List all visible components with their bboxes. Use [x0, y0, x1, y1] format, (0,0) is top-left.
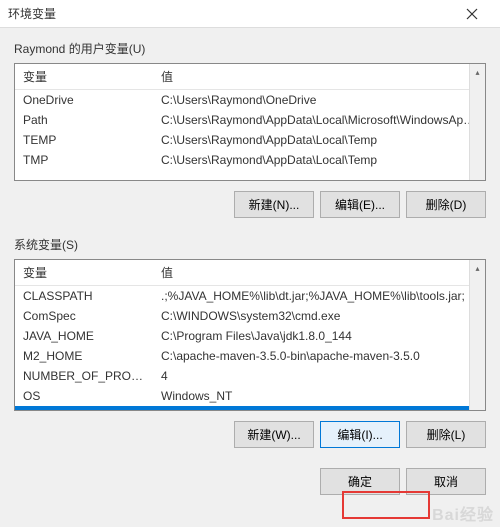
col-value[interactable]: 值: [153, 64, 485, 89]
row-variable: ComSpec: [15, 306, 153, 326]
table-row[interactable]: M2_HOMEC:\apache-maven-3.5.0-bin\apache-…: [15, 346, 485, 366]
table-row[interactable]: JAVA_HOMEC:\Program Files\Java\jdk1.8.0_…: [15, 326, 485, 346]
system-delete-button[interactable]: 删除(L): [406, 421, 486, 448]
row-value: C:\Program Files\MySQL\MySQL Server 5.7\…: [153, 406, 485, 411]
row-variable: OneDrive: [15, 90, 153, 110]
col-variable[interactable]: 变量: [15, 64, 153, 89]
row-value: C:\apache-maven-3.5.0-bin\apache-maven-3…: [153, 346, 485, 366]
dialog-buttons: 确定 取消: [0, 468, 500, 509]
scrollbar[interactable]: ▴: [469, 260, 485, 410]
table-row[interactable]: PathC:\Program Files\MySQL\MySQL Server …: [15, 406, 485, 411]
dialog-content: Raymond 的用户变量(U) 变量 值 OneDriveC:\Users\R…: [0, 28, 500, 468]
titlebar: 环境变量: [0, 0, 500, 28]
col-variable[interactable]: 变量: [15, 260, 153, 285]
row-value: C:\Program Files\Java\jdk1.8.0_144: [153, 326, 485, 346]
ok-button[interactable]: 确定: [320, 468, 400, 495]
row-variable: CLASSPATH: [15, 286, 153, 306]
row-value: C:\Users\Raymond\AppData\Local\Temp: [153, 130, 485, 150]
row-variable: OS: [15, 386, 153, 406]
table-row[interactable]: NUMBER_OF_PROCESSORS4: [15, 366, 485, 386]
user-vars-header: 变量 值: [15, 64, 485, 90]
user-vars-listbox[interactable]: 变量 值 OneDriveC:\Users\Raymond\OneDrivePa…: [14, 63, 486, 181]
user-buttons: 新建(N)... 编辑(E)... 删除(D): [14, 191, 486, 218]
system-buttons: 新建(W)... 编辑(I)... 删除(L): [14, 421, 486, 448]
table-row[interactable]: TEMPC:\Users\Raymond\AppData\Local\Temp: [15, 130, 485, 150]
row-variable: M2_HOME: [15, 346, 153, 366]
row-variable: Path: [15, 406, 153, 411]
row-value: C:\WINDOWS\system32\cmd.exe: [153, 306, 485, 326]
col-value[interactable]: 值: [153, 260, 485, 285]
system-new-button[interactable]: 新建(W)...: [234, 421, 314, 448]
table-row[interactable]: TMPC:\Users\Raymond\AppData\Local\Temp: [15, 150, 485, 170]
dialog-title: 环境变量: [8, 5, 452, 22]
cancel-button[interactable]: 取消: [406, 468, 486, 495]
user-new-button[interactable]: 新建(N)...: [234, 191, 314, 218]
user-delete-button[interactable]: 删除(D): [406, 191, 486, 218]
row-value: C:\Users\Raymond\AppData\Local\Temp: [153, 150, 485, 170]
row-variable: Path: [15, 110, 153, 130]
user-edit-button[interactable]: 编辑(E)...: [320, 191, 400, 218]
row-variable: TMP: [15, 150, 153, 170]
row-value: Windows_NT: [153, 386, 485, 406]
user-vars-label: Raymond 的用户变量(U): [14, 40, 486, 57]
table-row[interactable]: PathC:\Users\Raymond\AppData\Local\Micro…: [15, 110, 485, 130]
scrollbar[interactable]: ▴: [469, 64, 485, 180]
table-row[interactable]: OSWindows_NT: [15, 386, 485, 406]
table-row[interactable]: ComSpecC:\WINDOWS\system32\cmd.exe: [15, 306, 485, 326]
system-vars-header: 变量 值: [15, 260, 485, 286]
row-value: .;%JAVA_HOME%\lib\dt.jar;%JAVA_HOME%\lib…: [153, 286, 485, 306]
table-row[interactable]: CLASSPATH.;%JAVA_HOME%\lib\dt.jar;%JAVA_…: [15, 286, 485, 306]
system-edit-button[interactable]: 编辑(I)...: [320, 421, 400, 448]
row-variable: NUMBER_OF_PROCESSORS: [15, 366, 153, 386]
row-variable: JAVA_HOME: [15, 326, 153, 346]
row-value: 4: [153, 366, 485, 386]
scroll-up-icon[interactable]: ▴: [470, 64, 485, 80]
row-variable: TEMP: [15, 130, 153, 150]
scroll-up-icon[interactable]: ▴: [470, 260, 485, 276]
system-vars-label: 系统变量(S): [14, 236, 486, 253]
system-vars-listbox[interactable]: 变量 值 CLASSPATH.;%JAVA_HOME%\lib\dt.jar;%…: [14, 259, 486, 411]
row-value: C:\Users\Raymond\AppData\Local\Microsoft…: [153, 110, 485, 130]
table-row[interactable]: OneDriveC:\Users\Raymond\OneDrive: [15, 90, 485, 110]
close-button[interactable]: [452, 0, 492, 28]
row-value: C:\Users\Raymond\OneDrive: [153, 90, 485, 110]
